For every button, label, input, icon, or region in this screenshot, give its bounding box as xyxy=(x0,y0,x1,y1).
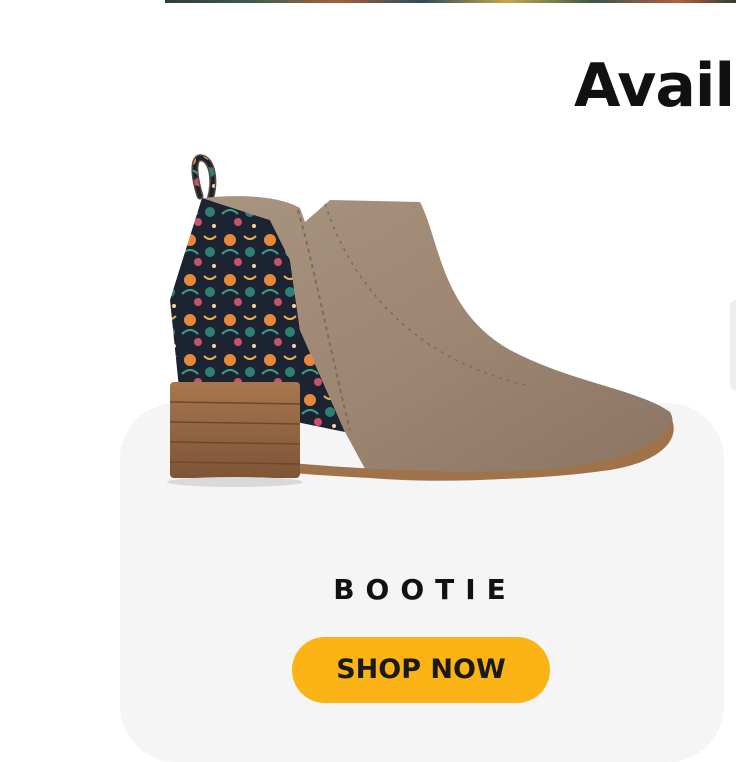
banner-image-edge xyxy=(165,0,736,3)
section-title: Availa xyxy=(574,51,736,121)
next-product-card-edge[interactable] xyxy=(730,300,736,390)
page: Availa xyxy=(0,0,736,762)
product-image[interactable] xyxy=(140,150,685,490)
shop-now-button[interactable]: SHOP NOW xyxy=(292,637,550,703)
product-name: BOOTIE xyxy=(333,573,517,606)
